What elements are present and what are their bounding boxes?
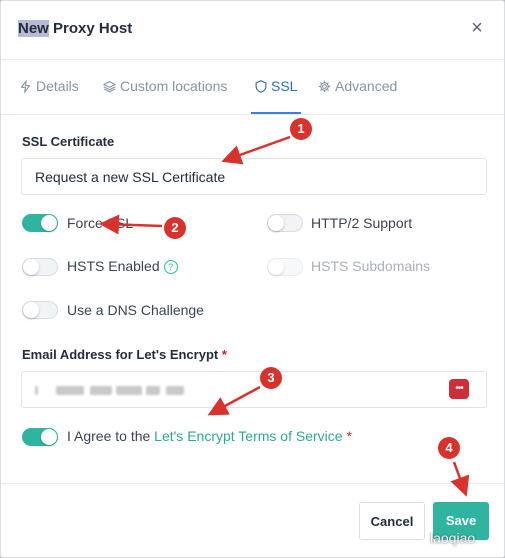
annotation-number-3: 3 <box>260 367 282 389</box>
hsts-enabled-label: HSTS Enabled? <box>67 258 178 274</box>
help-icon[interactable]: ? <box>163 260 178 274</box>
http2-support-label: HTTP/2 Support <box>311 215 413 231</box>
agree-terms-label: I Agree to the Let's Encrypt Terms of Se… <box>67 428 352 444</box>
toggle-knob <box>23 259 39 275</box>
ssl-certificate-select[interactable]: Request a new SSL Certificate <box>21 158 487 195</box>
title-highlight: New <box>18 20 49 37</box>
annotation-number-2: 2 <box>164 217 186 239</box>
email-label: Email Address for Let's Encrypt * <box>22 347 227 362</box>
redacted-text <box>35 386 38 395</box>
modal-footer: Cancel Save <box>1 483 504 557</box>
annotation-number-1: 1 <box>290 118 312 140</box>
bolt-icon <box>20 80 31 93</box>
annotation-number-4: 4 <box>438 437 460 459</box>
dns-challenge-toggle[interactable] <box>22 301 58 319</box>
modal-title: New Proxy Host <box>18 20 132 37</box>
toggle-knob <box>268 259 284 275</box>
tab-advanced-label: Advanced <box>335 78 398 94</box>
agree-prefix: I Agree to the <box>67 428 155 444</box>
hsts-enabled-text: HSTS Enabled <box>67 258 160 274</box>
agree-terms-toggle[interactable] <box>22 428 58 446</box>
redacted-text <box>146 386 160 395</box>
toggle-knob <box>41 429 57 445</box>
title-rest: Proxy Host <box>48 20 133 37</box>
close-icon[interactable]: × <box>467 18 487 38</box>
required-mark: * <box>346 428 352 444</box>
modal-header: New Proxy Host × <box>1 1 504 60</box>
dns-challenge-label: Use a DNS Challenge <box>67 302 204 318</box>
tab-ssl-label: SSL <box>271 78 298 94</box>
toggle-knob <box>268 215 284 231</box>
hsts-subdomains-toggle <box>267 258 303 276</box>
tab-custom-locations[interactable]: Custom locations <box>103 60 227 113</box>
tab-details-label: Details <box>36 78 79 94</box>
toggle-knob <box>41 215 57 231</box>
email-input[interactable]: ••• <box>21 371 487 408</box>
ssl-certificate-label: SSL Certificate <box>22 134 115 149</box>
toggle-knob <box>23 302 39 318</box>
force-ssl-toggle[interactable] <box>22 214 58 232</box>
force-ssl-label: Force SSL <box>67 215 134 231</box>
proxy-host-modal: New Proxy Host × Details Custom location… <box>0 0 505 558</box>
hsts-subdomains-label: HSTS Subdomains <box>311 258 431 274</box>
tab-ssl[interactable]: SSL <box>250 60 302 114</box>
http2-support-toggle[interactable] <box>267 214 303 232</box>
tab-details[interactable]: Details <box>19 60 79 113</box>
required-mark: * <box>221 347 227 362</box>
tab-bar: Details Custom locations SSL Advanced <box>1 60 504 115</box>
shield-icon <box>255 80 267 93</box>
redacted-text <box>166 386 184 395</box>
redacted-text <box>116 386 142 395</box>
hsts-enabled-toggle[interactable] <box>22 258 58 276</box>
redacted-text <box>90 386 112 395</box>
cancel-button[interactable]: Cancel <box>359 502 425 540</box>
watermark: laoqiao <box>430 530 476 546</box>
gear-icon <box>318 80 331 93</box>
tab-advanced[interactable]: Advanced <box>318 60 397 113</box>
email-label-text: Email Address for Let's Encrypt <box>22 347 219 362</box>
terms-of-service-link[interactable]: Let's Encrypt Terms of Service <box>154 428 342 444</box>
redacted-text <box>56 386 84 395</box>
password-manager-icon[interactable]: ••• <box>449 379 469 399</box>
layers-icon <box>103 81 116 93</box>
tab-custom-locations-label: Custom locations <box>120 78 228 94</box>
